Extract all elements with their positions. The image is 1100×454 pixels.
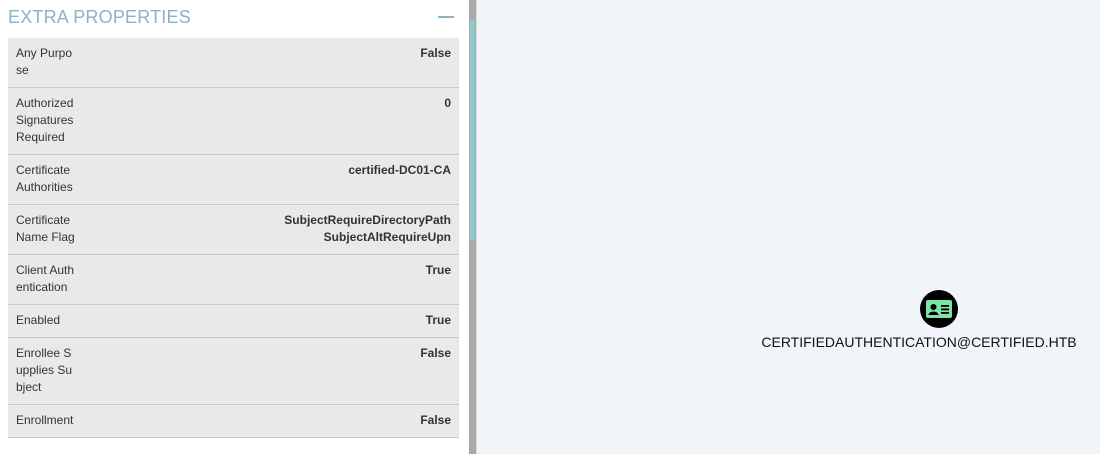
- scrollbar-thumb[interactable]: [470, 20, 475, 240]
- property-value: False: [420, 45, 451, 62]
- property-value-line: SubjectRequireDirectoryPath: [284, 213, 451, 227]
- property-value-line: certified-DC01-CA: [348, 163, 451, 177]
- property-value-line: False: [420, 346, 451, 360]
- property-value: 0: [444, 95, 451, 112]
- property-value-line: True: [425, 313, 451, 327]
- property-row: Enabled True: [8, 305, 459, 338]
- extra-properties-header[interactable]: EXTRA PROPERTIES: [8, 0, 459, 38]
- app-window: EXTRA PROPERTIES Any Purpose False Authori…: [0, 0, 1100, 454]
- property-value: True: [426, 312, 451, 329]
- property-value: False: [420, 345, 451, 362]
- property-key: Certificate Authorities: [16, 163, 73, 194]
- id-card-icon: [926, 300, 952, 318]
- graph-node-cert-template[interactable]: [920, 290, 958, 328]
- property-row: Enrollment False: [8, 405, 459, 438]
- property-row: Enrollee Supplies Subject False: [8, 338, 459, 405]
- graph-canvas[interactable]: CERTIFIEDAUTHENTICATION@CERTIFIED.HTB: [477, 0, 1100, 454]
- property-row: Client Authentication True: [8, 255, 459, 305]
- property-key: Any Purpose: [16, 46, 73, 77]
- property-row: Any Purpose False: [8, 38, 459, 88]
- property-value-line: False: [420, 46, 451, 60]
- property-value: True: [426, 262, 451, 279]
- property-value-line: 0: [444, 96, 451, 110]
- property-key: Certificate Name Flag: [16, 213, 75, 244]
- property-list: Any Purpose False Authorized Signatures Re…: [8, 38, 459, 438]
- property-value-line: True: [425, 263, 451, 277]
- minus-icon[interactable]: [438, 9, 454, 25]
- property-row: Authorized Signatures Required 0: [8, 88, 459, 155]
- property-key: Enabled: [16, 313, 61, 327]
- section-title: EXTRA PROPERTIES: [8, 7, 191, 27]
- property-value-line: False: [420, 413, 451, 427]
- property-key: Enrollee Supplies Subject: [16, 346, 73, 394]
- property-key: Authorized Signatures Required: [16, 96, 74, 144]
- property-row: Certificate Name Flag SubjectRequireDirec…: [8, 205, 459, 255]
- property-value: certified-DC01-CA: [348, 162, 451, 179]
- node-properties-panel: EXTRA PROPERTIES Any Purpose False Authori…: [0, 0, 469, 454]
- property-value: False: [420, 412, 451, 429]
- property-value: SubjectRequireDirectoryPath SubjectAltReq…: [284, 212, 451, 246]
- property-key: Client Authentication: [16, 263, 75, 294]
- graph-node-label[interactable]: CERTIFIEDAUTHENTICATION@CERTIFIED.HTB: [757, 334, 1081, 350]
- property-row: Certificate Authorities certified-DC01-CA: [8, 155, 459, 205]
- property-key: Enrollment: [16, 413, 74, 427]
- property-value-line: SubjectAltRequireUpn: [323, 230, 451, 244]
